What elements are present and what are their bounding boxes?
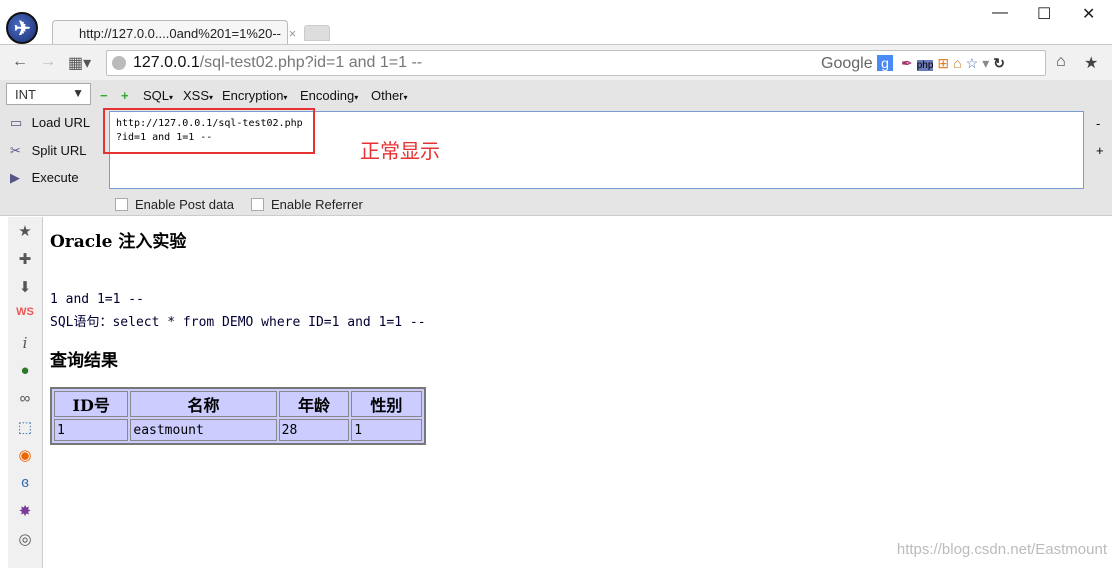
table-row: 1 eastmount 28 1 bbox=[54, 419, 422, 441]
puzzle-icon[interactable]: ✚ bbox=[8, 245, 42, 273]
star-icon[interactable]: ★ bbox=[1084, 53, 1098, 73]
table-cell: 1 bbox=[54, 419, 129, 441]
home-addon-icon[interactable]: ⌂ bbox=[953, 55, 961, 71]
ws-icon[interactable]: WS bbox=[8, 301, 42, 329]
download-icon[interactable]: ⬇ bbox=[8, 273, 42, 301]
cookie-icon[interactable]: ◎ bbox=[8, 525, 42, 553]
table-cell: eastmount bbox=[130, 419, 277, 441]
close-window-button[interactable]: ✕ bbox=[1082, 4, 1095, 24]
menu-encoding[interactable]: Encoding▾ bbox=[300, 88, 358, 103]
chevron-down-icon: ▼ bbox=[72, 86, 84, 100]
watermark: https://blog.csdn.net/Eastmount bbox=[896, 541, 1107, 558]
scissors-icon: ✂ bbox=[10, 143, 21, 158]
enable-referrer-checkbox[interactable]: Enable Referrer bbox=[251, 197, 363, 212]
highlight-box bbox=[103, 108, 315, 154]
reload-icon[interactable]: ↻ bbox=[993, 55, 1005, 71]
tab-close-icon[interactable]: × bbox=[289, 26, 297, 41]
column-header: ID号 bbox=[54, 391, 129, 417]
feather-icon[interactable]: ✒ bbox=[901, 55, 913, 71]
result-heading: 查询结果 bbox=[50, 351, 118, 371]
virus-icon[interactable]: ✸ bbox=[8, 497, 42, 525]
sql-statement: SQL语句：select * from DEMO where ID=1 and … bbox=[50, 315, 426, 330]
globe-icon bbox=[112, 56, 126, 70]
new-tab-button[interactable] bbox=[304, 25, 330, 41]
maximize-button[interactable]: ☐ bbox=[1037, 4, 1051, 24]
result-table: ID号 名称 年龄 性别 1 eastmount 28 1 bbox=[50, 387, 426, 445]
page-title: Oracle 注入实验 bbox=[50, 232, 187, 252]
swirl-icon[interactable]: ɞ bbox=[8, 469, 42, 497]
owasp-logo-icon: ✈ bbox=[6, 12, 38, 44]
php-icon[interactable]: php bbox=[916, 60, 934, 71]
navigation-bar: ← → ▦▾ 127.0.0.1/sql-test02.php?id=1 and… bbox=[0, 44, 1112, 80]
green-ball-icon[interactable]: ● bbox=[8, 357, 42, 385]
execute-button[interactable]: ▶ Execute bbox=[10, 170, 79, 186]
browser-tab[interactable]: http://127.0.0....0and%201=1%20-- × bbox=[52, 20, 296, 46]
chain-icon[interactable]: ∞ bbox=[8, 385, 42, 413]
apps-grid-icon[interactable]: ▦▾ bbox=[68, 53, 91, 73]
menu-other[interactable]: Other▾ bbox=[371, 88, 408, 103]
cursor-icon[interactable]: ⬚ bbox=[8, 413, 42, 441]
column-header: 性别 bbox=[351, 391, 422, 417]
plus-icon[interactable]: + bbox=[121, 88, 129, 103]
tab-title: http://127.0.0....0and%201=1%20-- bbox=[79, 26, 282, 41]
minimize-button[interactable]: — bbox=[992, 4, 1008, 22]
shrink-button[interactable]: - bbox=[1096, 116, 1100, 131]
google-icon: g bbox=[877, 55, 894, 71]
addon-sidebar: ★ ✚ ⬇ WS i ● ∞ ⬚ ◉ ɞ ✸ ◎ bbox=[8, 217, 43, 568]
page-content: Oracle 注入实验 1 and 1=1 -- SQL语句：select * … bbox=[50, 217, 426, 445]
menu-xss[interactable]: XSS▾ bbox=[183, 88, 213, 103]
dropdown-icon[interactable]: ▾ bbox=[982, 55, 989, 71]
forward-icon[interactable]: → bbox=[40, 53, 56, 71]
bookmark-star-icon[interactable]: ☆ bbox=[966, 55, 979, 71]
table-cell: 1 bbox=[351, 419, 422, 441]
firebug-icon[interactable]: ◉ bbox=[8, 441, 42, 469]
info-icon[interactable]: i bbox=[8, 329, 42, 357]
enable-post-checkbox[interactable]: Enable Post data bbox=[115, 197, 234, 212]
search-engine-label[interactable]: Google g bbox=[821, 55, 894, 73]
title-bar: ✈ http://127.0.0....0and%201=1%20-- × — … bbox=[0, 0, 1115, 46]
home-icon[interactable]: ⌂ bbox=[1056, 53, 1066, 71]
annotation-text: 正常显示 bbox=[360, 141, 440, 163]
load-url-button[interactable]: ▭ Load URL bbox=[10, 115, 90, 131]
type-select[interactable]: INT ▼ bbox=[6, 83, 91, 105]
input-echo: 1 and 1=1 -- bbox=[50, 292, 144, 307]
menu-sql[interactable]: SQL▾ bbox=[143, 88, 173, 103]
load-icon: ▭ bbox=[10, 115, 23, 130]
minus-icon[interactable]: − bbox=[100, 88, 108, 103]
star-icon[interactable]: ★ bbox=[8, 217, 42, 245]
hackbar: INT ▼ − + SQL▾ XSS▾ Encryption▾ Encoding▾… bbox=[0, 80, 1112, 216]
column-header: 名称 bbox=[130, 391, 277, 417]
address-bar[interactable]: 127.0.0.1/sql-test02.php?id=1 and 1=1 --… bbox=[106, 50, 1046, 76]
grow-button[interactable]: + bbox=[1096, 143, 1104, 158]
menu-encryption[interactable]: Encryption▾ bbox=[222, 88, 287, 103]
back-icon[interactable]: ← bbox=[12, 53, 28, 71]
column-header: 年龄 bbox=[278, 391, 350, 417]
play-icon: ▶ bbox=[10, 170, 20, 185]
windows-icon[interactable]: ⊞ bbox=[937, 55, 949, 71]
table-cell: 28 bbox=[278, 419, 350, 441]
table-header-row: ID号 名称 年龄 性别 bbox=[54, 391, 422, 417]
url-text: 127.0.0.1/sql-test02.php?id=1 and 1=1 -- bbox=[133, 54, 423, 71]
split-url-button[interactable]: ✂ Split URL bbox=[10, 143, 87, 159]
